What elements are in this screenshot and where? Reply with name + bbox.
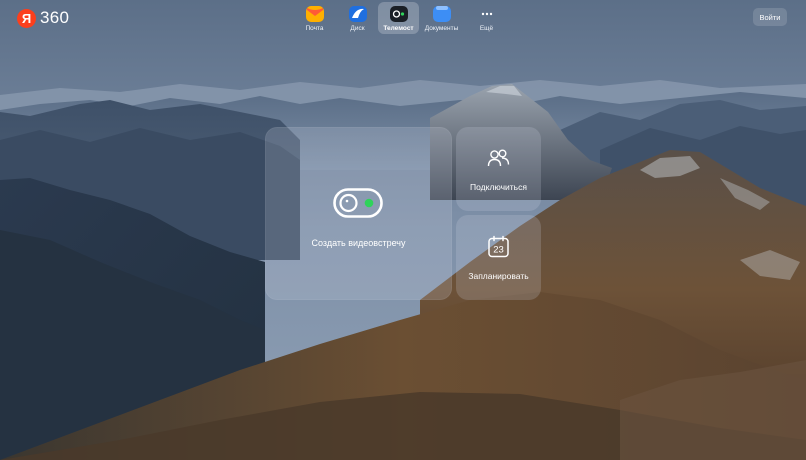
schedule-meeting-label: Запланировать	[468, 271, 529, 281]
schedule-meeting-card[interactable]: 23 Запланировать	[456, 215, 541, 300]
video-camera-icon	[333, 188, 383, 218]
mail-icon	[305, 4, 325, 24]
login-button[interactable]: Войти	[753, 8, 787, 26]
yandex-360-logo[interactable]: Я 360	[17, 8, 69, 28]
more-icon	[477, 4, 497, 24]
service-mail-label: Почта	[305, 25, 324, 32]
service-disk-label: Диск	[350, 25, 365, 32]
documents-icon	[432, 4, 452, 24]
create-meeting-card[interactable]: Создать видеовстречу	[265, 127, 452, 300]
join-meeting-card[interactable]: Подключиться	[456, 127, 541, 211]
services-nav: Почта Диск Телемост Документы Ещё	[292, 2, 509, 34]
disk-icon	[348, 4, 368, 24]
join-meeting-label: Подключиться	[470, 182, 527, 192]
logo-360-text: 360	[40, 8, 70, 27]
service-more-label: Ещё	[479, 25, 494, 32]
service-telemost[interactable]: Телемост	[378, 2, 419, 34]
top-bar: Я 360 Почта Диск Телемост Документы Ещё …	[0, 0, 806, 36]
create-meeting-label: Создать видеовстречу	[311, 238, 406, 248]
calendar-day-text: 23	[493, 244, 504, 255]
calendar-icon: 23	[486, 234, 511, 259]
yandex-logo-badge: Я	[17, 8, 36, 28]
telemost-icon	[389, 4, 409, 24]
service-more[interactable]: Ещё	[464, 2, 509, 34]
service-documents[interactable]: Документы	[419, 2, 464, 34]
people-icon	[486, 146, 511, 171]
service-mail[interactable]: Почта	[292, 2, 337, 34]
service-disk[interactable]: Диск	[337, 2, 378, 34]
service-telemost-label: Телемост	[383, 25, 414, 32]
service-documents-label: Документы	[424, 25, 459, 32]
